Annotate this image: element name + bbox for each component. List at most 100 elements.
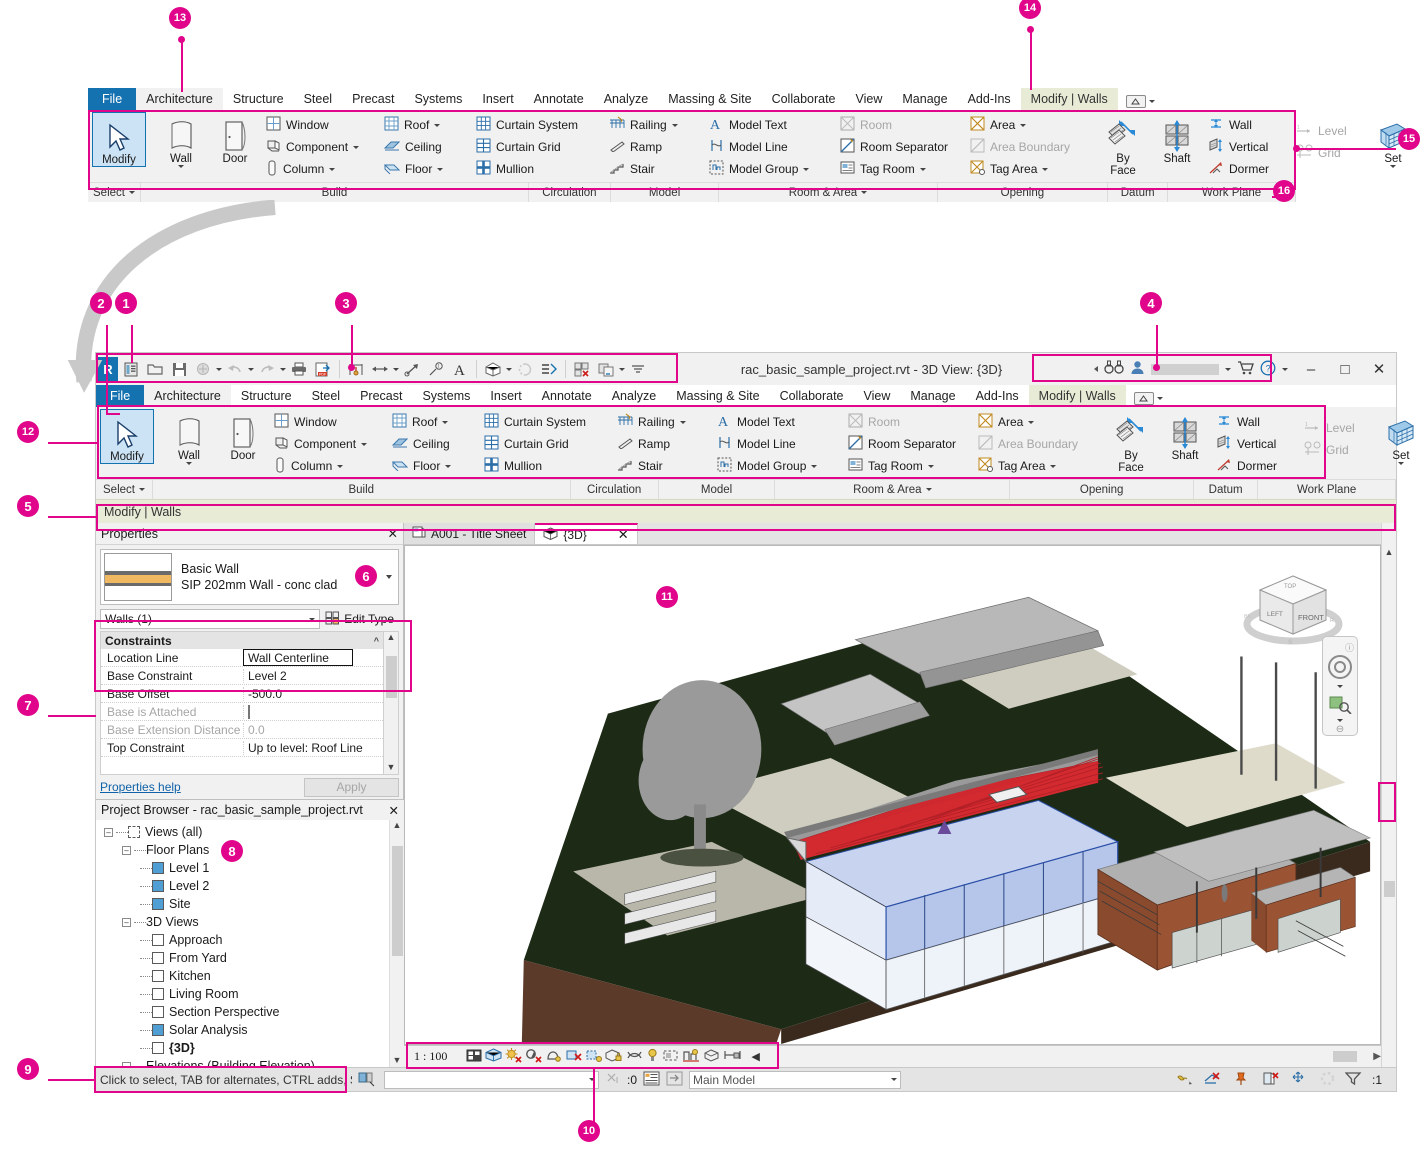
ribbon-button-railing[interactable]: Railing <box>613 411 705 433</box>
ribbon-button-level[interactable]: 1Level <box>1292 120 1358 142</box>
angular-dimension-icon[interactable]: 1 <box>425 358 447 380</box>
shaft-button-top[interactable]: Shaft <box>1150 112 1204 165</box>
ribbon-button-model-group[interactable]: Model Group <box>705 158 828 180</box>
ribbon-button-window[interactable]: Window <box>262 114 380 136</box>
section-icon[interactable] <box>514 358 536 380</box>
chevron-down-icon[interactable] <box>1282 368 1288 371</box>
ribbon-button-ramp[interactable]: Ramp <box>605 136 697 158</box>
design-options-icon[interactable] <box>643 1071 660 1089</box>
property-value[interactable]: Wall Centerline <box>243 649 353 666</box>
opening-by-face-button-top[interactable]: ByFace <box>1096 112 1150 177</box>
tab-modify-walls[interactable]: Modify | Walls <box>1029 385 1126 407</box>
property-row[interactable]: Base Offset-500.0 <box>101 685 383 703</box>
property-value[interactable] <box>243 705 383 719</box>
chevron-down-icon[interactable] <box>434 124 440 127</box>
tree-node[interactable]: Solar Analysis <box>98 1021 389 1039</box>
panel-label-datum-main[interactable]: Datum <box>1194 480 1258 499</box>
chevron-down-icon[interactable] <box>1337 719 1343 722</box>
chevron-down-icon[interactable] <box>803 168 809 171</box>
ribbon-minimize-control[interactable] <box>1126 390 1171 407</box>
thin-lines-icon[interactable] <box>538 358 560 380</box>
ribbon-button-ramp[interactable]: Ramp <box>613 433 705 455</box>
tree-node[interactable]: Kitchen <box>98 967 389 985</box>
tab-analyze-top[interactable]: Analyze <box>594 88 658 110</box>
zoom-region-icon[interactable] <box>1328 694 1352 717</box>
panel-label-build-main[interactable]: Build <box>153 480 571 499</box>
ribbon-button-curtain-system[interactable]: Curtain System <box>472 114 597 136</box>
ribbon-button-floor[interactable]: Floor <box>388 455 480 477</box>
switch-windows-icon[interactable] <box>595 358 617 380</box>
property-value[interactable]: Up to level: Roof Line <box>243 741 383 755</box>
ribbon-minimize-control-top[interactable] <box>1118 93 1163 110</box>
ribbon-button-curtain-system[interactable]: Curtain System <box>480 411 605 433</box>
highlight-displacement-sets-icon[interactable] <box>703 1048 720 1066</box>
wall-button-main[interactable]: Wall <box>162 409 216 465</box>
navbar-close-icon[interactable]: ⓘ <box>1345 641 1354 654</box>
crop-view-icon[interactable] <box>565 1048 582 1066</box>
scroll-up-icon[interactable]: ▲ <box>387 632 396 642</box>
close-hidden-windows-icon[interactable] <box>571 358 593 380</box>
tab-massing-site-top[interactable]: Massing & Site <box>658 88 761 110</box>
tab-annotate[interactable]: Annotate <box>532 385 602 407</box>
ribbon-button-room-separator[interactable]: Room Separator <box>844 433 974 455</box>
chevron-down-icon[interactable] <box>1028 421 1034 424</box>
chevron-down-icon[interactable] <box>445 465 451 468</box>
panel-label-select-main[interactable]: Select <box>96 480 153 499</box>
ribbon-button-vertical[interactable]: Vertical <box>1204 136 1284 158</box>
ribbon-button-wall[interactable]: Wall <box>1212 411 1292 433</box>
chevron-down-icon[interactable] <box>928 465 934 468</box>
chevron-down-icon[interactable] <box>337 465 343 468</box>
scroll-thumb[interactable] <box>1384 881 1395 897</box>
scroll-thumb[interactable] <box>392 846 403 956</box>
ribbon-button-area[interactable]: Area <box>966 114 1088 136</box>
press-and-drag-icon[interactable] <box>358 1070 378 1090</box>
tab-collaborate-top[interactable]: Collaborate <box>762 88 846 110</box>
select-links-icon[interactable] <box>1175 1071 1194 1089</box>
ribbon-button-grid[interactable]: Grid <box>1292 142 1358 164</box>
tree-expander[interactable]: – <box>104 828 113 837</box>
chevron-down-icon[interactable] <box>329 168 335 171</box>
minimize-button[interactable]: – <box>1294 355 1328 383</box>
chevron-down-icon[interactable] <box>361 443 367 446</box>
tab-insert[interactable]: Insert <box>480 385 531 407</box>
horizontal-scroll-thumb[interactable] <box>1333 1051 1357 1062</box>
chevron-down-icon[interactable] <box>811 465 817 468</box>
modify-button-top[interactable]: Modify <box>92 112 146 167</box>
chevron-down-icon[interactable] <box>672 124 678 127</box>
tab-architecture-top[interactable]: Architecture <box>136 88 223 110</box>
help-icon[interactable]: ? <box>1260 360 1276 379</box>
tab-analyze[interactable]: Analyze <box>602 385 666 407</box>
ribbon-button-component[interactable]: Component <box>270 433 388 455</box>
ribbon-button-model-text[interactable]: AModel Text <box>713 411 836 433</box>
tag-icon[interactable] <box>401 358 423 380</box>
ribbon-button-area[interactable]: Area <box>974 411 1096 433</box>
work-plane-set-button-main[interactable]: Set <box>1374 409 1424 465</box>
ribbon-button-stair[interactable]: Stair <box>613 455 705 477</box>
view-vertical-scrollbar[interactable]: ▲ <box>1381 523 1396 1067</box>
tab-collaborate[interactable]: Collaborate <box>770 385 854 407</box>
reveal-hidden-elements-icon[interactable] <box>646 1048 659 1066</box>
modify-button-main[interactable]: Modify <box>100 409 154 464</box>
select-underlay-elements-icon[interactable] <box>1204 1071 1223 1089</box>
ribbon-button-model-group[interactable]: Model Group <box>713 455 836 477</box>
tree-expander[interactable]: – <box>122 918 131 927</box>
property-value[interactable]: -500.0 <box>243 687 383 701</box>
user-account-icon[interactable] <box>1130 360 1145 378</box>
ribbon-button-tag-room[interactable]: Tag Room <box>836 158 966 180</box>
panel-label-opening-main[interactable]: Opening <box>1010 480 1194 499</box>
visual-style-icon[interactable] <box>485 1048 502 1065</box>
chevron-down-icon[interactable] <box>619 368 625 371</box>
ribbon-button-area-boundary[interactable]: Area Boundary <box>966 136 1088 158</box>
select-pinned-elements-icon[interactable] <box>1233 1071 1252 1089</box>
property-value[interactable]: 0.0 <box>243 723 383 737</box>
navigation-bar[interactable]: ⓘ ⊖ <box>1322 636 1358 736</box>
tree-node[interactable]: –Floor Plans <box>98 841 389 859</box>
panel-label-model-top[interactable]: Model <box>611 183 719 202</box>
tree-node[interactable]: Level 2 <box>98 877 389 895</box>
wall-button-top[interactable]: Wall <box>154 112 208 168</box>
close-icon[interactable]: ✕ <box>389 803 399 818</box>
scroll-thumb[interactable] <box>386 656 397 698</box>
view-tab-3d[interactable]: {3D} ✕ <box>535 523 637 544</box>
tree-node[interactable]: –Elevations (Building Elevation) <box>98 1057 389 1067</box>
ribbon-button-mullion[interactable]: Mullion <box>480 455 605 477</box>
